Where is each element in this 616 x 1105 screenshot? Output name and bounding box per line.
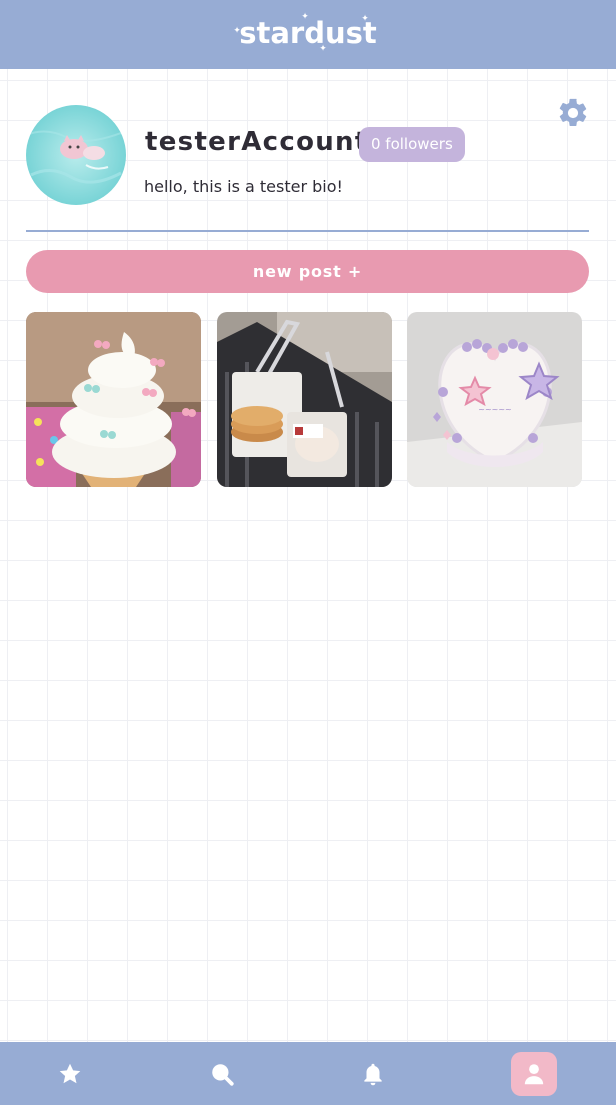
nav-home[interactable] xyxy=(40,1042,100,1105)
search-icon xyxy=(212,1063,234,1086)
settings-gear-icon[interactable] xyxy=(556,96,590,130)
sparkle-icon: ✦ xyxy=(233,25,241,36)
svg-text:~~~~~: ~~~~~ xyxy=(478,405,512,414)
bottom-navigation xyxy=(0,1042,616,1105)
post-thumbnail-heart-cake[interactable]: ~~~~~ xyxy=(407,312,582,487)
nav-notifications[interactable] xyxy=(343,1042,403,1105)
profile-bio: hello, this is a tester bio! xyxy=(144,177,343,196)
nav-profile[interactable] xyxy=(511,1052,557,1096)
star-icon xyxy=(59,1063,81,1083)
nav-search[interactable] xyxy=(192,1042,252,1105)
new-post-button[interactable]: new post + xyxy=(26,250,589,293)
followers-badge[interactable]: 0 followers xyxy=(359,127,465,162)
user-icon xyxy=(524,1064,544,1085)
sparkle-icon: ✦ xyxy=(361,13,369,24)
profile-divider xyxy=(26,230,589,232)
avatar[interactable] xyxy=(26,105,126,205)
app-logo[interactable]: stardust ✦ ✦ ✦ ✦ xyxy=(233,12,377,54)
sparkle-icon: ✦ xyxy=(301,11,309,22)
bell-icon xyxy=(364,1063,382,1085)
post-thumbnail-pancakes[interactable] xyxy=(217,312,392,487)
post-thumbnail-ice-cream[interactable] xyxy=(26,312,201,487)
profile-username: testerAccount xyxy=(145,127,369,157)
sparkle-icon: ✦ xyxy=(319,43,327,54)
app-header: stardust ✦ ✦ ✦ ✦ xyxy=(0,0,616,69)
